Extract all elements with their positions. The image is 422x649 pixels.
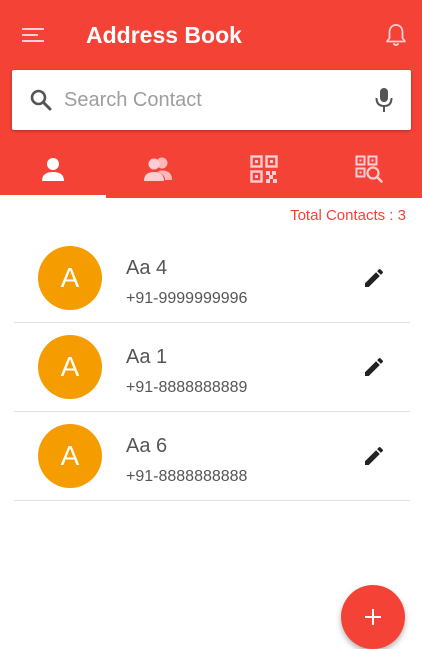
selected-tab-indicator: [0, 195, 106, 198]
tab-qr-scan[interactable]: [317, 140, 422, 198]
avatar: A: [38, 335, 102, 399]
tab-qr-code[interactable]: [211, 140, 317, 198]
edit-icon[interactable]: [362, 444, 386, 468]
contact-phone: +91-8888888889: [126, 379, 248, 396]
search-bar: [12, 70, 411, 130]
tab-groups[interactable]: [106, 140, 212, 198]
contact-row[interactable]: A Aa 1 +91-8888888889: [14, 323, 410, 412]
notifications-button[interactable]: [381, 20, 411, 50]
app-header: Address Book: [0, 0, 422, 198]
search-icon[interactable]: [28, 87, 54, 113]
mic-icon[interactable]: [372, 86, 396, 114]
contact-name: Aa 1: [126, 346, 168, 368]
contact-phone: +91-8888888888: [126, 468, 248, 485]
contact-name: Aa 4: [126, 257, 168, 279]
avatar: A: [38, 246, 102, 310]
total-contacts-count: Total Contacts : 3: [290, 207, 406, 224]
avatar: A: [38, 424, 102, 488]
contact-phone: +91-9999999996: [126, 290, 248, 307]
contact-row[interactable]: A Aa 4 +91-9999999996: [14, 234, 410, 323]
plus-icon: [365, 609, 381, 625]
tab-contacts[interactable]: [0, 140, 106, 198]
bell-icon: [386, 24, 406, 46]
page-title: Address Book: [86, 22, 242, 48]
contact-name: Aa 6: [126, 435, 168, 457]
edit-icon[interactable]: [362, 355, 386, 379]
edit-icon[interactable]: [362, 266, 386, 290]
contact-row[interactable]: A Aa 6 +91-8888888888: [14, 412, 410, 501]
add-contact-button[interactable]: [341, 585, 405, 649]
menu-icon: [22, 28, 44, 42]
contact-list: A Aa 4 +91-9999999996 A Aa 1 +91-8888888…: [14, 234, 410, 501]
search-input[interactable]: [64, 83, 364, 117]
address-book-screen: Address Book Search Contact Total Contac…: [0, 0, 422, 649]
qr-code-icon: [250, 155, 278, 183]
person-icon: [41, 158, 64, 181]
group-icon: [144, 157, 173, 181]
menu-button[interactable]: [18, 20, 48, 50]
qr-search-icon: [355, 155, 384, 183]
tab-bar: [0, 140, 422, 198]
